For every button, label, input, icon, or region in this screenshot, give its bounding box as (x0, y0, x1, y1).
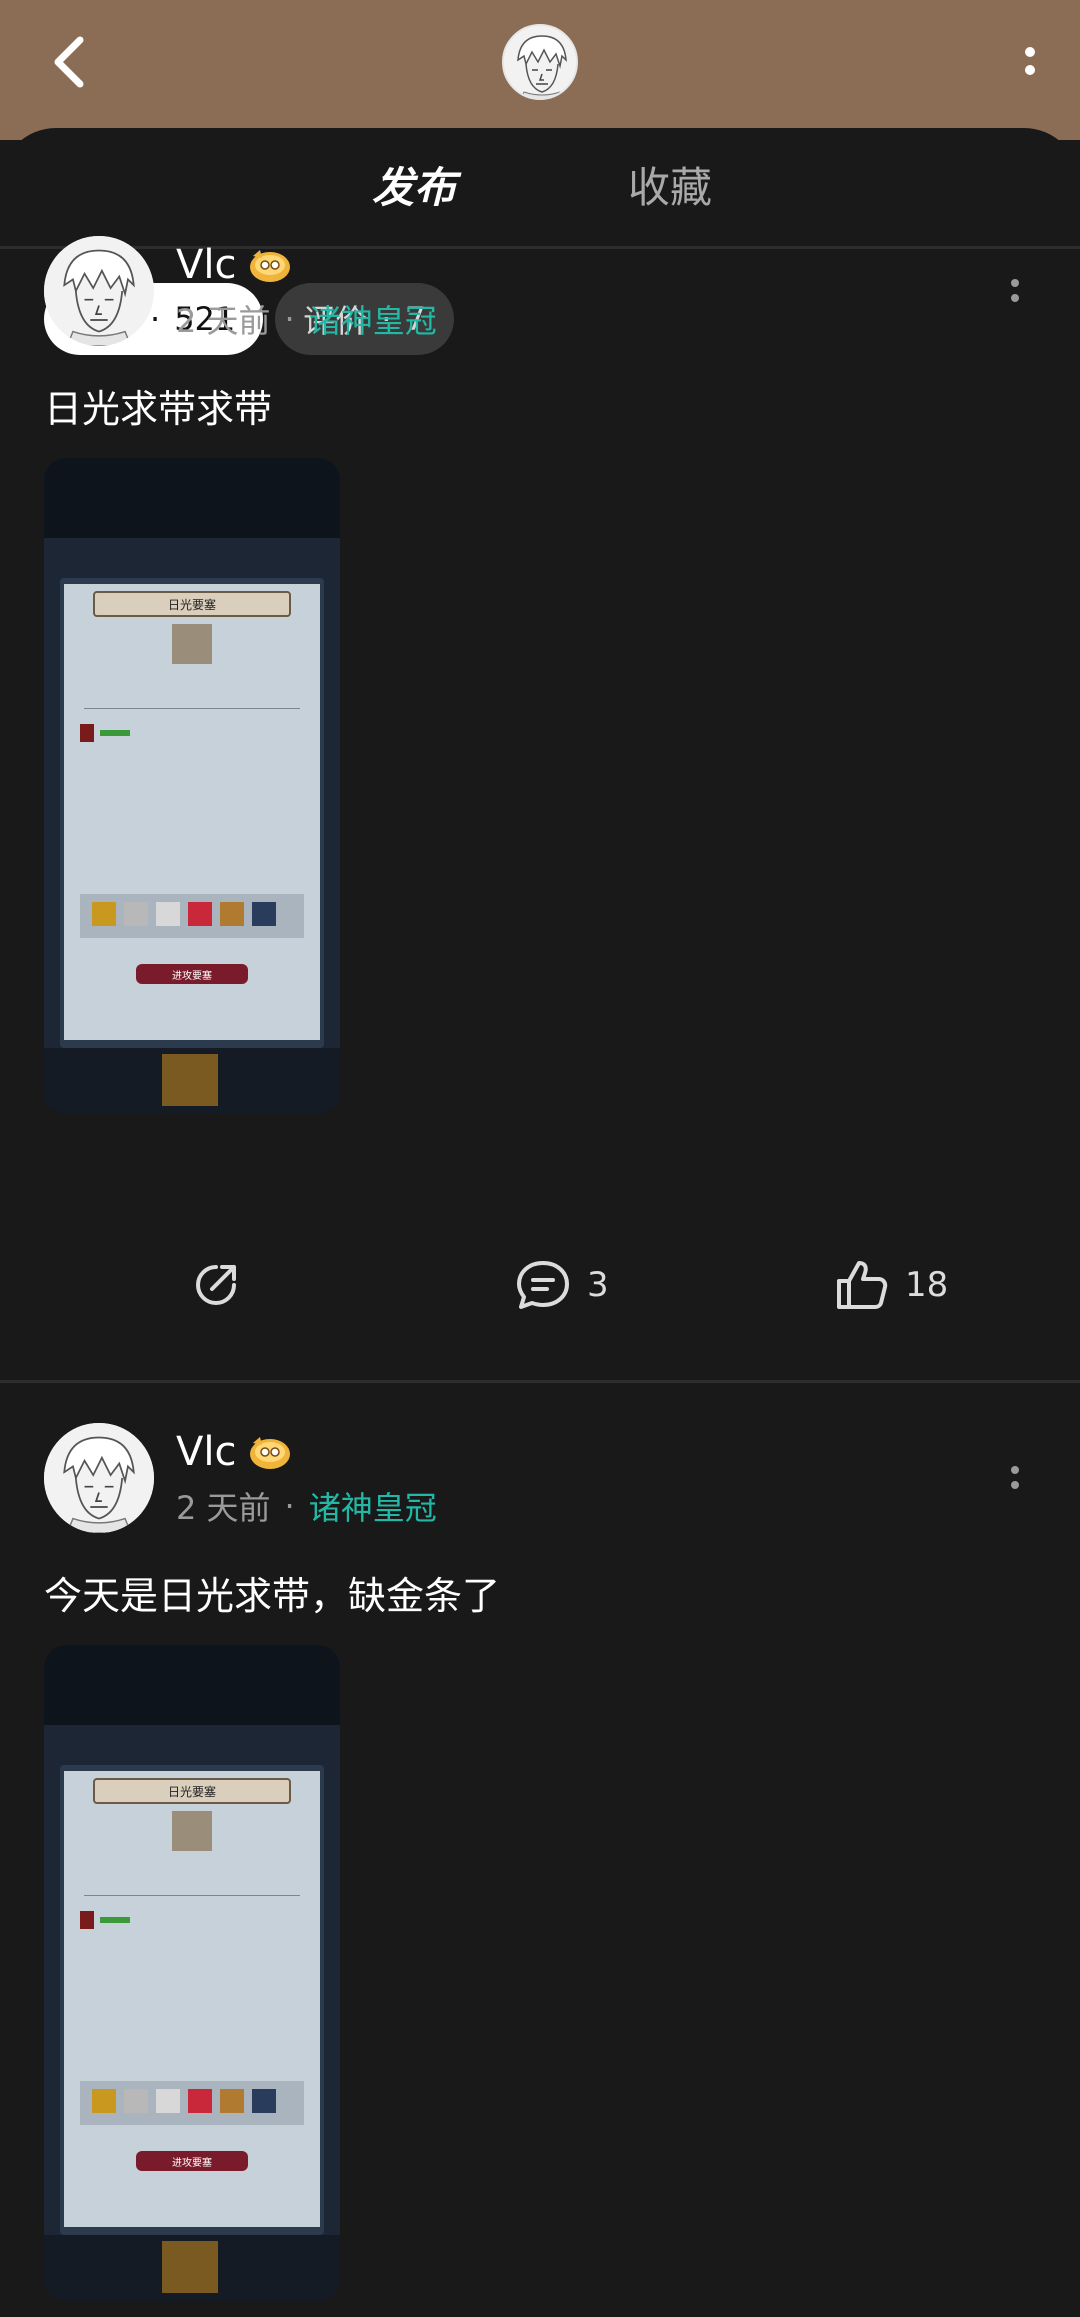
game-badge-icon (250, 1437, 291, 1469)
tab-publish[interactable]: 发布 (370, 158, 459, 218)
post-meta: 2 天前 · 诸神皇冠 (176, 1483, 437, 1529)
username: Vlc (176, 1429, 237, 1475)
post-more-button[interactable] (990, 1453, 1040, 1503)
screenshot-attack-button-label: 进攻要塞 (172, 969, 212, 982)
avatar[interactable] (44, 236, 154, 346)
chevron-left-icon (54, 36, 84, 88)
post-text: 日光求带求带 (44, 387, 273, 431)
avatar-sketch-icon (504, 26, 576, 98)
more-options-button[interactable] (1000, 30, 1060, 94)
avatar-sketch-icon (44, 236, 154, 346)
divider (0, 1380, 1080, 1383)
post-text: 今天是日光求带，缺金条了 (44, 1574, 501, 1618)
username: Vlc (176, 242, 237, 288)
post-time: 2 天前 (176, 302, 271, 340)
share-button[interactable] (190, 1259, 242, 1311)
post-more-button[interactable] (990, 266, 1040, 316)
comment-button[interactable]: 3 (515, 1259, 609, 1311)
share-icon (196, 1265, 236, 1305)
profile-header (0, 0, 1080, 140)
avatar[interactable] (44, 1423, 154, 1533)
like-count: 18 (905, 1265, 949, 1305)
game-badge-icon (250, 250, 291, 282)
game-link[interactable]: 诸神皇冠 (309, 296, 437, 342)
comment-icon (517, 1261, 569, 1309)
tab-bar: 发布 收藏 (0, 128, 1080, 249)
comment-count: 3 (587, 1265, 609, 1305)
separator-dot: · (284, 300, 295, 338)
screenshot-attack-button-label: 进攻要塞 (172, 2156, 212, 2169)
more-vertical-icon (1011, 279, 1019, 302)
tab-publish-label: 发布 (372, 163, 457, 212)
tab-collect[interactable]: 收藏 (628, 158, 712, 218)
back-button[interactable] (40, 30, 100, 94)
more-vertical-icon (1025, 47, 1035, 75)
tab-collect-label: 收藏 (628, 163, 713, 212)
divider (0, 246, 1080, 249)
game-link[interactable]: 诸神皇冠 (309, 1483, 437, 1529)
post-actions: 3 18 (0, 1259, 1080, 1359)
username-row[interactable]: Vlc (176, 242, 292, 288)
avatar-sketch-icon (44, 1423, 154, 1533)
post-image[interactable]: 日光要塞 进攻要塞 (44, 458, 340, 1114)
screenshot-title: 日光要塞 (168, 597, 216, 612)
post-meta: 2 天前 · 诸神皇冠 (176, 296, 437, 342)
screenshot-title: 日光要塞 (168, 1784, 216, 1799)
more-vertical-icon (1011, 1466, 1019, 1489)
header-avatar[interactable] (502, 24, 578, 100)
like-button[interactable]: 18 (835, 1259, 948, 1311)
thumbs-up-icon (837, 1261, 888, 1309)
game-screenshot-thumbnail: 日光要塞 进攻要塞 (44, 458, 340, 1114)
username-row[interactable]: Vlc (176, 1429, 292, 1475)
post-time: 2 天前 (176, 1489, 271, 1527)
separator-dot: · (284, 1487, 295, 1525)
post-image[interactable]: 日光要塞 进攻要塞 (44, 1645, 340, 2301)
game-screenshot-thumbnail: 日光要塞 进攻要塞 (44, 1645, 340, 2301)
